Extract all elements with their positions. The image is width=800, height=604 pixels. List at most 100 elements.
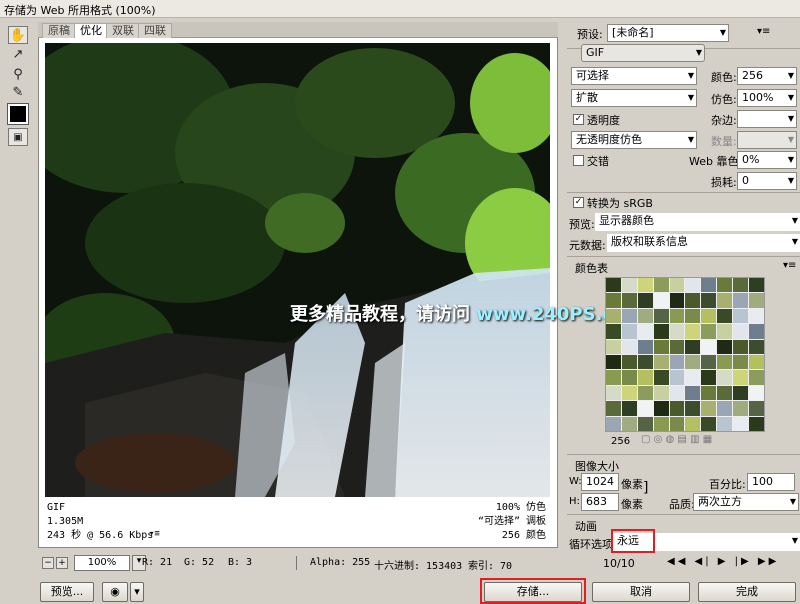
color-swatch[interactable] xyxy=(606,339,621,354)
color-swatch[interactable] xyxy=(621,354,637,370)
eyedropper-icon[interactable]: ✎ xyxy=(8,84,28,102)
color-swatch[interactable] xyxy=(621,324,637,339)
color-swatch[interactable] xyxy=(637,324,653,339)
color-swatch[interactable] xyxy=(637,385,653,401)
interlace-checkbox[interactable] xyxy=(573,155,584,166)
color-table-menu-icon[interactable]: ▾≡ xyxy=(783,260,796,271)
color-swatch[interactable] xyxy=(653,278,669,293)
color-swatch[interactable] xyxy=(685,324,701,339)
browser-icon[interactable]: ◉ xyxy=(102,582,128,602)
web-snap-select[interactable]: 0% ▼ xyxy=(737,151,797,169)
color-swatch[interactable] xyxy=(685,278,701,293)
color-swatch[interactable] xyxy=(685,370,701,385)
color-swatch[interactable] xyxy=(653,339,669,354)
tab-2-up[interactable]: 双联 xyxy=(106,23,140,38)
dither-algorithm-select[interactable]: 扩散 ▼ xyxy=(571,89,697,107)
color-swatch[interactable] xyxy=(669,401,685,416)
color-swatch[interactable] xyxy=(685,354,701,370)
zoom-select[interactable]: 100% xyxy=(74,555,130,571)
color-swatch[interactable] xyxy=(701,370,717,385)
preview-button[interactable]: 预览... xyxy=(40,582,94,602)
color-swatch[interactable] xyxy=(685,339,701,354)
color-swatch[interactable] xyxy=(749,354,764,370)
optimized-image-preview[interactable] xyxy=(45,43,550,497)
color-swatch[interactable] xyxy=(606,324,621,339)
preset-select[interactable]: [未命名] ▼ xyxy=(607,24,729,42)
tab-original[interactable]: 原稿 xyxy=(42,23,76,38)
zoom-out-button[interactable]: − xyxy=(42,557,54,569)
color-swatch[interactable] xyxy=(653,324,669,339)
color-swatch[interactable] xyxy=(637,278,653,293)
width-input[interactable]: 1024 xyxy=(581,473,619,491)
color-swatch[interactable] xyxy=(717,308,733,324)
info-menu-icon[interactable]: ▾≡ xyxy=(149,529,160,539)
color-swatch[interactable] xyxy=(637,354,653,370)
color-swatch[interactable] xyxy=(685,385,701,401)
color-swatch[interactable] xyxy=(701,339,717,354)
color-swatch[interactable] xyxy=(669,354,685,370)
link-icon[interactable]: ] xyxy=(643,480,648,496)
color-swatch[interactable] xyxy=(717,293,733,308)
color-swatch[interactable] xyxy=(637,293,653,308)
color-swatch[interactable] xyxy=(653,370,669,385)
eyedropper-color-swatch[interactable] xyxy=(7,103,29,125)
color-swatch[interactable] xyxy=(733,401,749,416)
done-button[interactable]: 完成 xyxy=(698,582,796,602)
metadata-select[interactable]: 版权和联系信息 ▼ xyxy=(607,234,800,252)
color-swatch[interactable] xyxy=(637,401,653,416)
browser-dropdown-icon[interactable]: ▾ xyxy=(130,582,144,602)
color-swatch[interactable] xyxy=(685,416,701,431)
color-swatch[interactable] xyxy=(653,293,669,308)
color-swatch[interactable] xyxy=(669,293,685,308)
color-swatch[interactable] xyxy=(749,324,764,339)
color-swatch[interactable] xyxy=(733,308,749,324)
quality-select[interactable]: 两次立方 ▼ xyxy=(693,493,799,511)
color-swatch[interactable] xyxy=(733,385,749,401)
color-swatch[interactable] xyxy=(621,278,637,293)
color-swatch[interactable] xyxy=(685,308,701,324)
color-swatch[interactable] xyxy=(733,293,749,308)
color-swatch[interactable] xyxy=(621,416,637,431)
color-swatch[interactable] xyxy=(717,339,733,354)
color-swatch[interactable] xyxy=(637,339,653,354)
panel-menu-icon[interactable]: ▾≡ xyxy=(757,26,770,37)
color-swatch[interactable] xyxy=(669,370,685,385)
color-swatch[interactable] xyxy=(606,293,621,308)
color-swatch[interactable] xyxy=(637,370,653,385)
color-swatch[interactable] xyxy=(749,293,764,308)
matte-select[interactable]: ▼ xyxy=(737,110,797,128)
color-swatch[interactable] xyxy=(749,370,764,385)
color-swatch[interactable] xyxy=(701,278,717,293)
zoom-icon[interactable]: ⚲ xyxy=(8,66,28,84)
color-swatch[interactable] xyxy=(717,354,733,370)
color-swatch[interactable] xyxy=(685,293,701,308)
color-swatch[interactable] xyxy=(606,354,621,370)
color-table-grid[interactable] xyxy=(605,277,765,432)
color-swatch[interactable] xyxy=(606,370,621,385)
color-swatch[interactable] xyxy=(749,401,764,416)
color-swatch[interactable] xyxy=(621,370,637,385)
color-swatch[interactable] xyxy=(653,354,669,370)
color-swatch[interactable] xyxy=(733,370,749,385)
color-swatch[interactable] xyxy=(621,385,637,401)
format-select[interactable]: GIF ▼ xyxy=(581,44,705,62)
color-swatch[interactable] xyxy=(669,385,685,401)
color-swatch[interactable] xyxy=(653,385,669,401)
lossy-select[interactable]: 0 ▼ xyxy=(737,172,797,190)
color-swatch[interactable] xyxy=(606,401,621,416)
color-swatch[interactable] xyxy=(701,416,717,431)
color-swatch[interactable] xyxy=(606,385,621,401)
color-swatch[interactable] xyxy=(701,385,717,401)
tab-4-up[interactable]: 四联 xyxy=(138,23,172,38)
color-swatch[interactable] xyxy=(669,278,685,293)
color-swatch[interactable] xyxy=(701,401,717,416)
zoom-in-button[interactable]: + xyxy=(56,557,68,569)
colors-select[interactable]: 256 ▼ xyxy=(737,67,797,85)
reduction-select[interactable]: 可选择 ▼ xyxy=(571,67,697,85)
color-swatch[interactable] xyxy=(653,308,669,324)
tab-optimized[interactable]: 优化 xyxy=(74,23,108,38)
percent-input[interactable]: 100 xyxy=(747,473,795,491)
color-swatch[interactable] xyxy=(733,324,749,339)
color-swatch[interactable] xyxy=(637,416,653,431)
height-input[interactable]: 683 xyxy=(581,493,619,511)
